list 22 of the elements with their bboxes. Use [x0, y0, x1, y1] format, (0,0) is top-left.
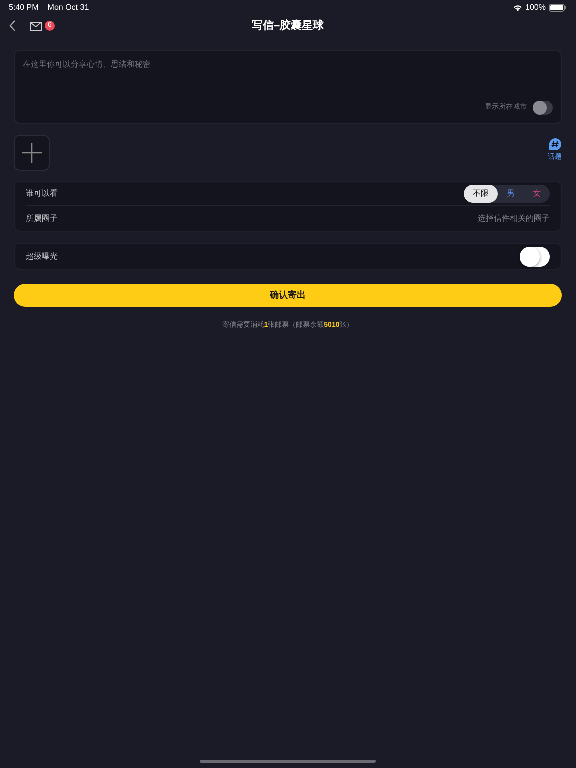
- wifi-icon: [512, 4, 523, 12]
- page-title: 写信–胶囊星球: [252, 18, 324, 34]
- super-exposure-label: 超级曝光: [26, 250, 58, 262]
- battery-percent: 100%: [526, 2, 546, 14]
- back-icon[interactable]: [9, 20, 17, 32]
- mail-icon[interactable]: [30, 22, 42, 30]
- segment-option[interactable]: 女: [524, 184, 550, 202]
- circle-selector[interactable]: 选择信件相关的圈子: [478, 212, 550, 224]
- status-date: Mon Oct 31: [48, 2, 90, 14]
- plus-icon: [22, 143, 42, 163]
- toggle-switch[interactable]: [533, 101, 553, 115]
- circle-label: 所属圈子: [26, 212, 58, 224]
- battery-icon: [549, 4, 567, 12]
- submit-button[interactable]: 确认寄出: [14, 284, 562, 307]
- segment-option[interactable]: 男: [498, 184, 524, 202]
- message-input[interactable]: 在这里你可以分享心情、思绪和秘密: [23, 59, 553, 75]
- status-time: 5:40 PM: [9, 2, 39, 14]
- hashtag-icon: [548, 138, 562, 151]
- segment-option[interactable]: 不限: [464, 184, 498, 202]
- add-image-button[interactable]: [14, 135, 50, 171]
- toggle-switch[interactable]: [520, 246, 550, 266]
- visibility-label: 谁可以看: [26, 188, 58, 200]
